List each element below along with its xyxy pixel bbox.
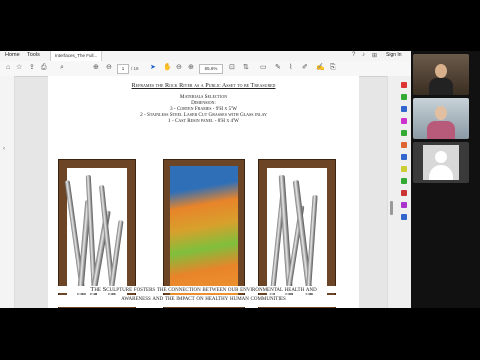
slide-footer-line-2: awareness and the impact on healthy huma… bbox=[48, 295, 359, 307]
left-tool-rail: ‹ bbox=[0, 76, 15, 308]
grass-panel-left bbox=[64, 168, 127, 301]
export-pdf-icon[interactable] bbox=[401, 82, 407, 88]
pdf-viewer-window: Home Tools Interfaces_The Full... ? ♪ ⊞ … bbox=[0, 51, 411, 308]
participant-video-1[interactable] bbox=[413, 54, 469, 95]
document-tab-label: Interfaces_The Full... bbox=[55, 53, 98, 58]
comment-icon[interactable]: ▭ bbox=[260, 64, 267, 72]
cast-resin-panel bbox=[170, 166, 238, 302]
star-icon[interactable]: ☆ bbox=[16, 64, 22, 72]
home-icon[interactable]: ⌂ bbox=[6, 64, 10, 72]
organize-icon[interactable] bbox=[401, 142, 407, 148]
participant-video-2[interactable] bbox=[413, 98, 469, 139]
scroll-mode-icon[interactable]: ⇅ bbox=[243, 64, 249, 72]
more-tools-icon[interactable] bbox=[401, 214, 407, 220]
participant-video-3[interactable] bbox=[413, 142, 469, 183]
avatar-head-icon bbox=[435, 151, 447, 163]
grass-panel-right bbox=[267, 168, 327, 301]
hand-icon[interactable]: ✋ bbox=[163, 64, 172, 72]
bell-icon[interactable]: ♪ bbox=[362, 52, 365, 58]
print-icon[interactable]: ⎙ bbox=[41, 64, 47, 72]
fill-sign-icon[interactable] bbox=[401, 190, 407, 196]
expand-arrow-icon[interactable]: ‹ bbox=[3, 146, 5, 152]
toolbar: ⌂ ☆ ⇪ ⎙ ⌕ ⊕ ⊖ 1 / 18 ➤ ✋ ⊖ ⊕ 65.6% ⊡ ⇅ ▭… bbox=[0, 61, 411, 77]
upload-icon[interactable]: ⇪ bbox=[29, 64, 35, 72]
participant-face-2 bbox=[435, 106, 447, 120]
menu-tools[interactable]: Tools bbox=[27, 52, 40, 58]
zoom-select[interactable]: 65.6% bbox=[199, 64, 223, 74]
participant-body-1 bbox=[429, 78, 453, 95]
participant-panel bbox=[411, 51, 480, 308]
cursor-icon[interactable]: ➤ bbox=[150, 64, 156, 72]
page-total: / 18 bbox=[131, 66, 139, 71]
pdf-page: Reframes the Rock River as a Public Asse… bbox=[48, 76, 359, 308]
help-icon[interactable]: ? bbox=[352, 52, 355, 58]
apps-icon[interactable]: ⊞ bbox=[372, 52, 377, 59]
avatar bbox=[423, 145, 459, 180]
draw-icon[interactable]: ✐ bbox=[302, 64, 308, 72]
up-arrow-icon[interactable]: ⊕ bbox=[93, 64, 99, 72]
menu-home[interactable]: Home bbox=[5, 52, 20, 58]
material-item-3: 1 - Cast Resin panel - 8'H x 4'W bbox=[168, 118, 239, 124]
combine-icon[interactable] bbox=[401, 130, 407, 136]
sign-icon[interactable]: ✍ bbox=[316, 64, 325, 72]
create-pdf-icon[interactable] bbox=[401, 106, 407, 112]
participant-body-2 bbox=[427, 121, 455, 139]
fit-page-icon[interactable]: ⊡ bbox=[229, 64, 235, 72]
down-arrow-icon[interactable]: ⊖ bbox=[106, 64, 112, 72]
comment-tool-icon[interactable] bbox=[401, 118, 407, 124]
compress-icon[interactable] bbox=[401, 178, 407, 184]
sign-in-button[interactable]: Sign In bbox=[386, 52, 402, 58]
redact-icon[interactable] bbox=[401, 154, 407, 160]
slide-footer-line-1: The Sculpture fosters the connection bet… bbox=[48, 286, 359, 293]
slide-heading: Reframes the Rock River as a Public Asse… bbox=[131, 82, 276, 89]
pen-icon[interactable]: ✎ bbox=[275, 64, 281, 72]
participant-face-1 bbox=[435, 64, 447, 78]
protect-icon[interactable] bbox=[401, 166, 407, 172]
search-icon[interactable]: ⌕ bbox=[60, 64, 64, 72]
zoom-in-icon[interactable]: ⊕ bbox=[188, 64, 194, 72]
page-number-input[interactable]: 1 bbox=[117, 64, 129, 74]
right-toolbar bbox=[387, 76, 411, 308]
scrollbar-thumb[interactable] bbox=[390, 201, 393, 215]
avatar-body-icon bbox=[429, 165, 453, 180]
send-icon[interactable] bbox=[401, 202, 407, 208]
highlight-icon[interactable]: ⌇ bbox=[289, 64, 292, 72]
share-icon[interactable]: ⎘ bbox=[330, 64, 336, 72]
edit-pdf-icon[interactable] bbox=[401, 94, 407, 100]
document-tab[interactable]: Interfaces_The Full... bbox=[50, 51, 102, 61]
zoom-out-icon[interactable]: ⊖ bbox=[176, 64, 182, 72]
